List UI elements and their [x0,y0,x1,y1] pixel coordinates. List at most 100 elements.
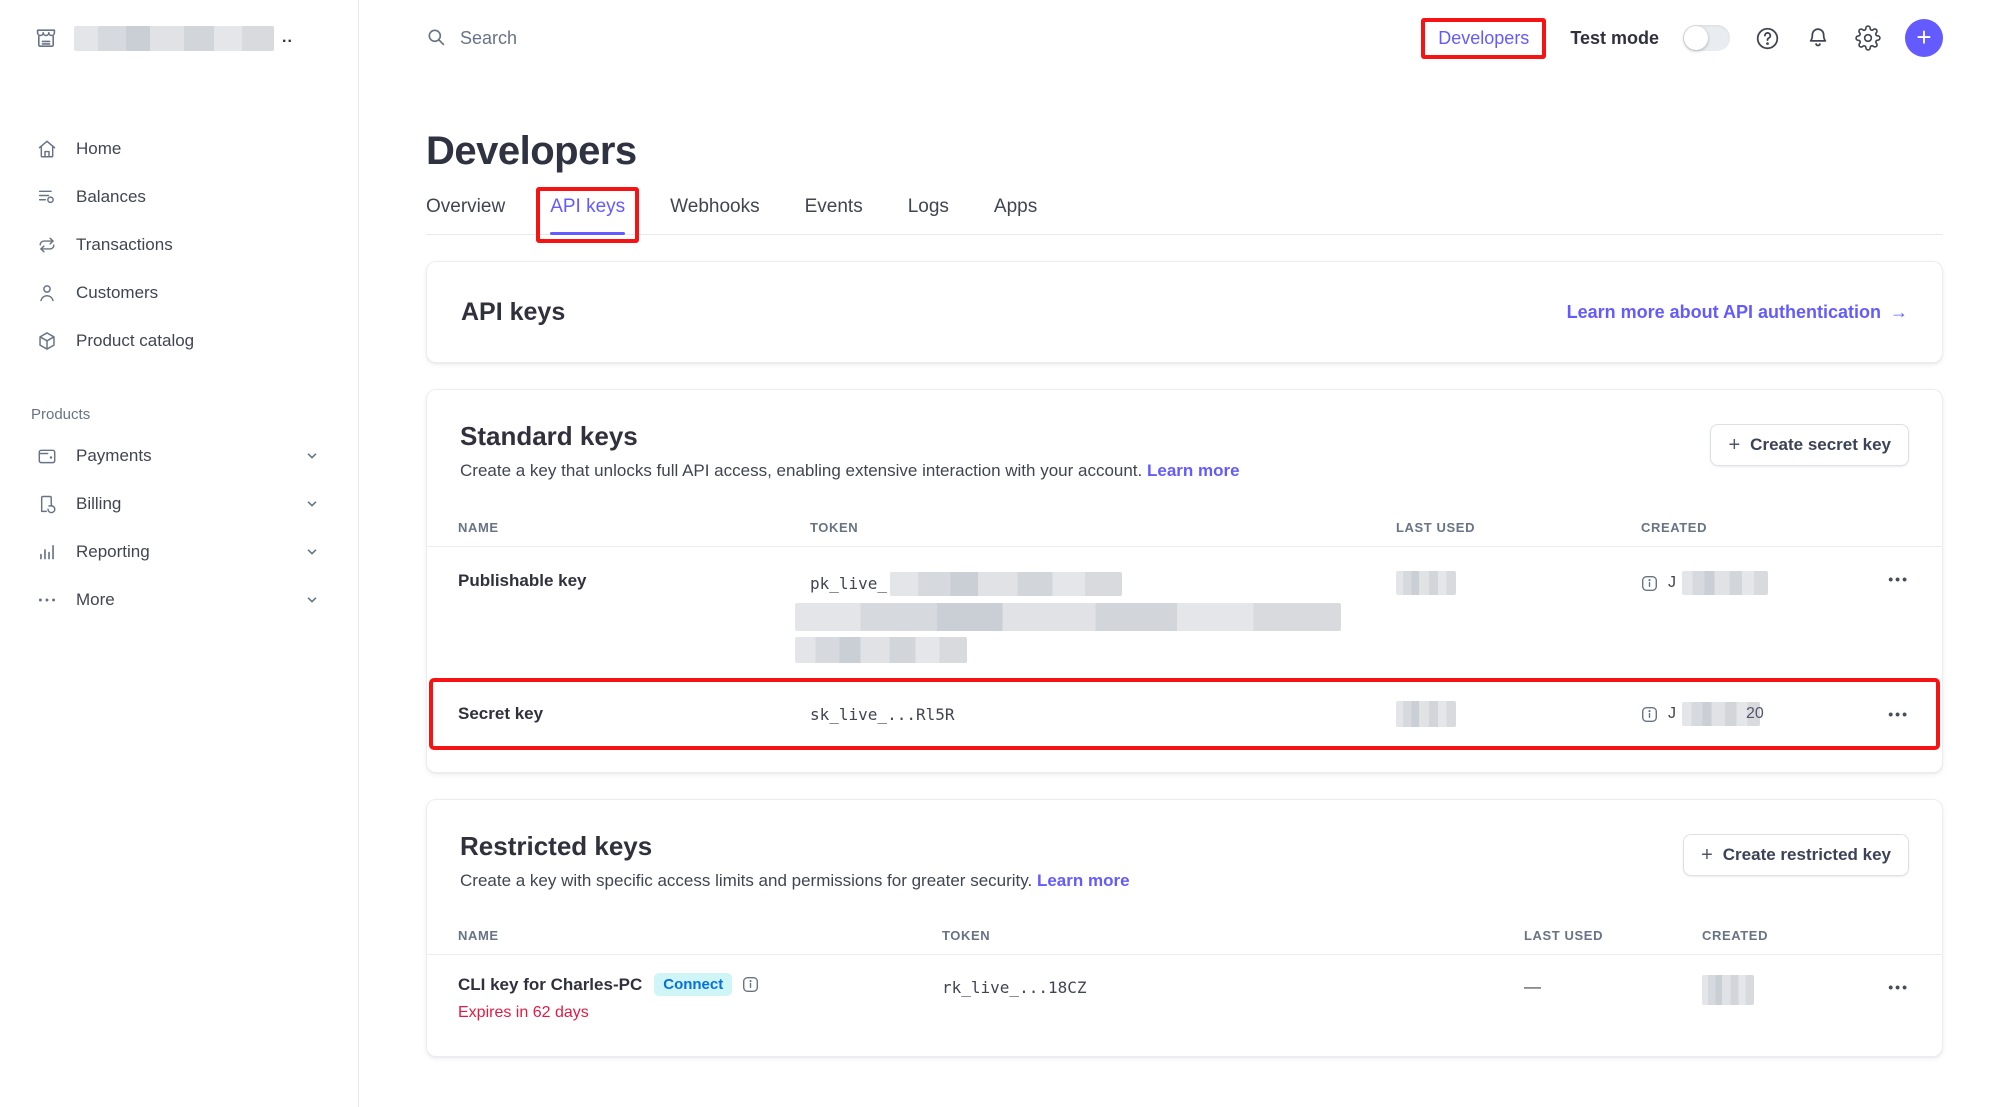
tab-label: API keys [550,196,625,217]
chevron-down-icon [306,498,318,510]
table-header-row: NAME TOKEN LAST USED CREATED [427,917,1942,955]
chevron-down-icon [306,450,318,462]
sidebar-item-label: Home [76,139,121,159]
created-cell: J 20 [1641,702,1871,726]
column-header-created: CREATED [1702,928,1871,943]
column-header-created: CREATED [1641,520,1871,535]
api-keys-card: API keys Learn more about API authentica… [426,261,1943,363]
description-text: Create a key that unlocks full API acces… [460,461,1142,480]
transactions-icon [36,234,58,256]
plus-icon: + [1701,845,1713,865]
account-name-redacted [74,26,274,51]
create-restricted-key-button[interactable]: + Create restricted key [1683,834,1909,876]
restricted-keys-title: Restricted keys [460,830,1130,862]
test-mode-toggle[interactable] [1683,25,1730,51]
help-button[interactable] [1754,25,1781,52]
topbar-actions: Developers Test mode [1421,18,1943,59]
standard-keys-title: Standard keys [460,420,1240,452]
arrow-right-icon: → [1890,302,1908,322]
sidebar-item-label: Balances [76,187,146,207]
main-content: Search Developers Test mode [359,0,2000,1107]
description-text: Create a key with specific access limits… [460,871,1032,890]
token-redacted [795,603,1341,631]
sidebar-item-product-catalog[interactable]: Product catalog [0,322,358,360]
column-header-token: TOKEN [942,928,1524,943]
annotation-box-developers: Developers [1421,18,1546,59]
api-keys-title: API keys [461,298,565,327]
stripe-dashboard: .. Home Balances Transactions [0,0,2000,1107]
test-mode-label: Test mode [1570,28,1659,49]
token-redacted [795,637,967,663]
info-square-icon [1641,575,1658,592]
search-input[interactable]: Search [426,27,517,49]
restricted-keys-description: Create a key with specific access limits… [460,870,1130,891]
standard-learn-more-link[interactable]: Learn more [1147,461,1240,480]
row-overflow-menu[interactable]: ••• [1888,706,1909,722]
sidebar-item-label: Transactions [76,235,173,255]
standard-keys-table: NAME TOKEN LAST USED CREATED Publishable… [427,509,1942,750]
table-row-secret-key: Secret key sk_live_...Rl5R J 20 ••• [427,678,1942,750]
column-header-token: TOKEN [810,520,1396,535]
connect-badge[interactable]: Connect [654,973,732,996]
tab-events[interactable]: Events [805,196,863,234]
account-switcher[interactable]: .. [0,18,358,58]
notifications-button[interactable] [1805,25,1831,51]
topbar: Search Developers Test mode [426,0,1943,76]
storefront-icon [34,26,58,50]
row-overflow-menu[interactable]: ••• [1888,979,1909,995]
settings-button[interactable] [1855,25,1881,51]
last-used-value: — [1524,977,1702,997]
expires-note: Expires in 62 days [458,1004,942,1022]
sidebar-item-label: Billing [76,494,121,514]
last-used-redacted [1396,701,1456,727]
restricted-keys-card: Restricted keys Create a key with specif… [426,799,1943,1057]
tab-overview[interactable]: Overview [426,196,505,234]
name-cell: CLI key for Charles-PC Connect Expires i… [458,973,942,1022]
sidebar-item-more[interactable]: More [0,581,358,619]
sidebar-item-home[interactable]: Home [0,130,358,168]
sidebar-nav: Home Balances Transactions Customers [0,130,358,619]
token-value: sk_live_...Rl5R [810,705,1396,724]
table-row-cli-key: CLI key for Charles-PC Connect Expires i… [427,955,1942,1034]
tab-webhooks[interactable]: Webhooks [670,196,759,234]
plus-icon: + [1916,24,1931,50]
sidebar-item-payments[interactable]: Payments [0,437,358,475]
learn-api-authentication-link[interactable]: Learn more about API authentication → [1567,302,1908,323]
customers-icon [36,282,58,304]
create-button[interactable]: + [1905,19,1943,57]
chevron-down-icon [306,546,318,558]
search-placeholder: Search [460,28,517,49]
tab-logs[interactable]: Logs [908,196,949,234]
developers-link[interactable]: Developers [1438,28,1529,49]
tab-api-keys[interactable]: API keys [550,196,625,234]
sidebar-item-balances[interactable]: Balances [0,178,358,216]
sidebar: .. Home Balances Transactions [0,0,359,1107]
standard-keys-card: Standard keys Create a key that unlocks … [426,389,1943,773]
create-secret-key-button[interactable]: + Create secret key [1710,424,1909,466]
last-used-redacted [1396,571,1456,595]
created-redacted [1702,975,1754,1005]
button-label: Create secret key [1750,435,1891,455]
sidebar-item-transactions[interactable]: Transactions [0,226,358,264]
bell-icon [1805,25,1831,51]
button-label: Create restricted key [1723,845,1891,865]
row-overflow-menu[interactable]: ••• [1888,571,1909,587]
token-redacted [890,572,1122,596]
sidebar-item-reporting[interactable]: Reporting [0,533,358,571]
search-icon [426,27,448,49]
created-redacted [1682,571,1768,595]
tab-apps[interactable]: Apps [994,196,1037,234]
token-value: rk_live_...18CZ [942,978,1524,997]
info-square-icon [1641,706,1658,723]
payments-icon [36,445,58,467]
help-icon [1754,25,1781,52]
sidebar-item-label: More [76,590,115,610]
sidebar-item-label: Reporting [76,542,150,562]
sidebar-item-customers[interactable]: Customers [0,274,358,312]
restricted-learn-more-link[interactable]: Learn more [1037,871,1130,890]
tab-bar: Overview API keys Webhooks Events Logs A… [426,196,1943,235]
created-suffix: 20 [1746,705,1764,723]
sidebar-item-billing[interactable]: Billing [0,485,358,523]
billing-icon [36,493,58,515]
restricted-keys-table: NAME TOKEN LAST USED CREATED CLI key for… [427,917,1942,1034]
